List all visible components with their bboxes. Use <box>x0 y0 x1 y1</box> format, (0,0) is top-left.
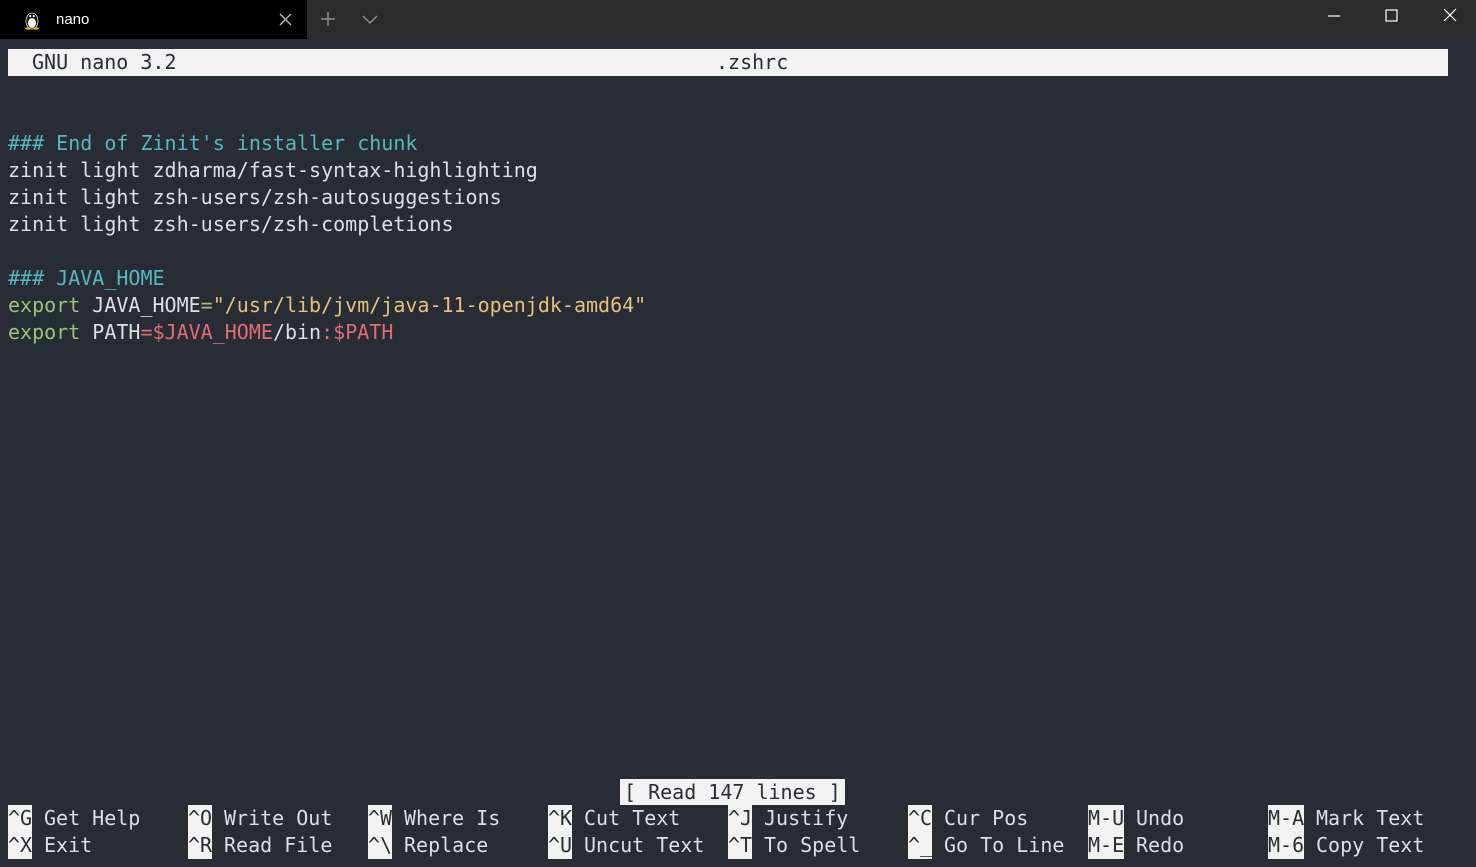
shortcut-label: Get Help <box>44 806 141 830</box>
shortcut-key: ^X <box>8 832 33 859</box>
path-segment: /bin <box>272 320 322 344</box>
variable-name: JAVA_HOME <box>80 293 201 317</box>
shortcut-key: ^U <box>548 832 573 859</box>
shortcut-key: ^G <box>8 805 33 832</box>
tab-nano[interactable]: nano <box>0 0 307 39</box>
shortcut-key: M-A <box>1268 805 1305 832</box>
variable-name: PATH <box>80 320 141 344</box>
shortcut-key: ^K <box>548 805 573 832</box>
shortcut-label: Copy Text <box>1316 833 1425 857</box>
nano-header-bar: GNU nano 3.2 .zshrc <box>8 49 1448 76</box>
shortcut-label: Justify <box>764 806 849 830</box>
shortcut-key: ^T <box>728 832 753 859</box>
shortcut-label: Uncut Text <box>584 833 705 857</box>
shortcut-key: ^W <box>368 805 393 832</box>
minimize-icon[interactable] <box>1306 0 1362 34</box>
code-line: zinit light zsh-users/zsh-completions <box>8 212 454 236</box>
variable-reference: $JAVA_HOME <box>152 320 273 344</box>
code-line-comment: ### JAVA_HOME <box>8 266 165 290</box>
shortcut-label: Read File <box>224 833 333 857</box>
operator-equals: = <box>200 293 213 317</box>
maximize-icon[interactable] <box>1364 0 1420 34</box>
shortcut-key: M-6 <box>1268 832 1305 859</box>
shortcut-label: Where Is <box>404 806 501 830</box>
shortcut-key: ^J <box>728 805 753 832</box>
shortcut-key: ^R <box>188 832 213 859</box>
code-line: zinit light zsh-users/zsh-autosuggestion… <box>8 185 502 209</box>
file-name: .zshrc <box>716 50 789 74</box>
operator-equals: = <box>140 320 153 344</box>
shortcut-label: Replace <box>404 833 489 857</box>
shortcut-label: Undo <box>1136 806 1185 830</box>
shortcut-label: Go To Line <box>944 833 1065 857</box>
shortcut-key: ^C <box>908 805 933 832</box>
code-line-export-java-home: export JAVA_HOME="/usr/lib/jvm/java-11-o… <box>8 292 646 319</box>
plus-icon[interactable] <box>318 9 338 29</box>
string-value: "/usr/lib/jvm/java-11-openjdk-amd64" <box>212 293 647 317</box>
variable-reference: $PATH <box>333 320 394 344</box>
shortcut-label: Cut Text <box>584 806 681 830</box>
shortcut-key: ^O <box>188 805 213 832</box>
shortcut-label: Mark Text <box>1316 806 1425 830</box>
shortcut-label: Cur Pos <box>944 806 1029 830</box>
code-line-export-path: export PATH=$JAVA_HOME/bin:$PATH <box>8 319 393 346</box>
title-bar: nano <box>0 0 1476 39</box>
shortcut-key: M-U <box>1088 805 1125 832</box>
code-line-comment: ### End of Zinit's installer chunk <box>8 131 418 155</box>
chevron-down-icon[interactable] <box>361 11 379 27</box>
code-line: zinit light zdharma/fast-syntax-highligh… <box>8 158 538 182</box>
shortcut-label: Exit <box>44 833 93 857</box>
shortcut-label: Redo <box>1136 833 1185 857</box>
keyword-export: export <box>8 293 81 317</box>
path-separator: : <box>321 320 334 344</box>
tab-close-icon[interactable] <box>278 12 293 27</box>
shortcut-key: ^_ <box>908 832 933 859</box>
nano-version: GNU nano 3.2 <box>32 50 177 74</box>
linux-tux-icon <box>22 10 42 30</box>
status-message: [ Read 147 lines ] <box>620 779 845 805</box>
shortcut-key: ^\ <box>368 832 393 859</box>
shortcut-label: Write Out <box>224 806 333 830</box>
shortcut-key: M-E <box>1088 832 1125 859</box>
close-icon[interactable] <box>1422 0 1476 34</box>
tab-title: nano <box>56 11 90 28</box>
shortcut-label: To Spell <box>764 833 861 857</box>
keyword-export: export <box>8 320 81 344</box>
